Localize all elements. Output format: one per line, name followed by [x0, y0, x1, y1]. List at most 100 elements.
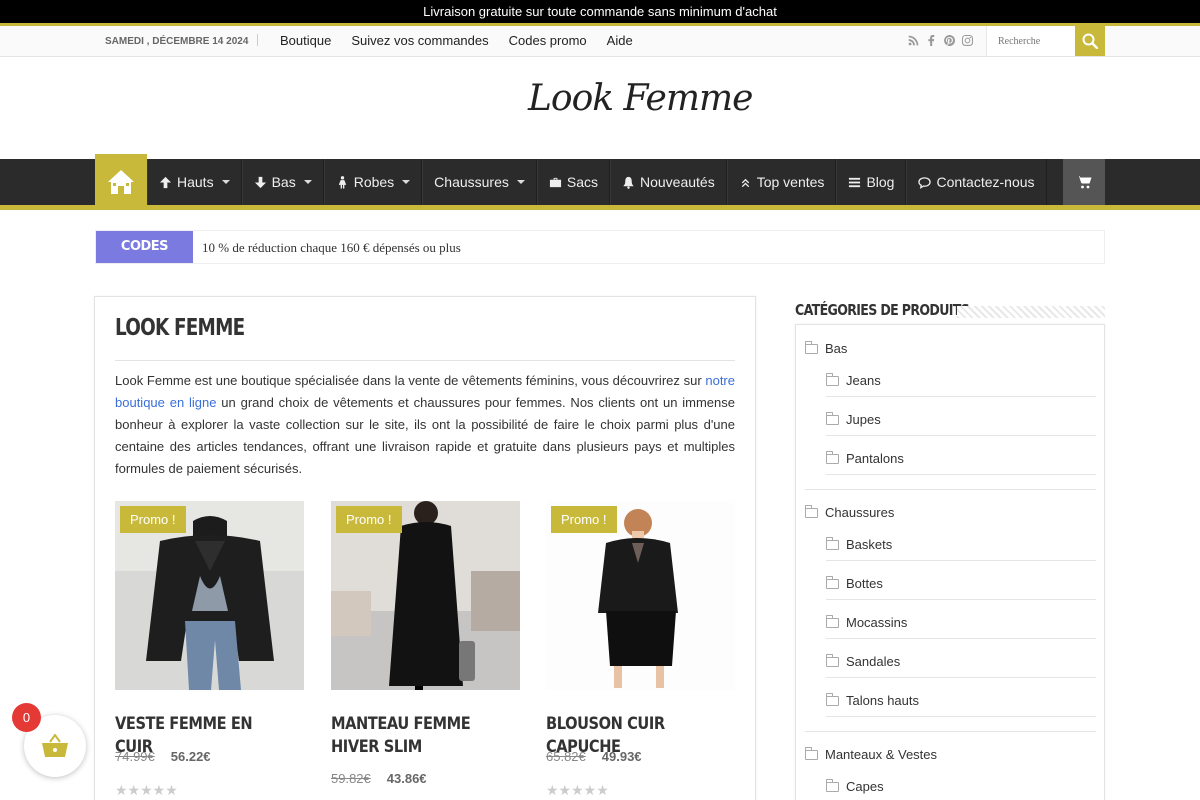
category-label: Bas — [825, 341, 848, 356]
subcategory-label: Sandales — [846, 654, 901, 669]
female-icon — [338, 175, 346, 189]
folder-icon — [826, 575, 839, 589]
subcategory-pantalons[interactable]: Pantalons — [826, 450, 1096, 466]
old-price: 59.82€ — [331, 771, 371, 786]
divider — [805, 489, 1096, 490]
top-bar: SAMEDI , DÉCEMBRE 14 2024 Boutique Suive… — [0, 26, 1200, 57]
divider — [826, 599, 1096, 600]
subcategory-sandales[interactable]: Sandales — [826, 653, 1096, 669]
main-content: LOOK FEMME Look Femme est une boutique s… — [94, 296, 756, 800]
folder-icon — [826, 778, 839, 792]
bell-icon — [623, 176, 634, 189]
promo-badge: Promo ! — [336, 506, 402, 533]
nav-item-label: Robes — [353, 174, 395, 190]
sale-price: 49.93€ — [601, 749, 642, 764]
promo-badge: Promo ! — [551, 506, 617, 533]
subcategory-mocassins[interactable]: Mocassins — [826, 614, 1096, 630]
widget-title: CATÉGORIES DE PRODUITS — [795, 301, 970, 319]
subcategory-label: Bottes — [846, 576, 883, 591]
category-bas[interactable]: Bas — [805, 340, 848, 356]
divider — [826, 435, 1096, 436]
nav-item-robes[interactable]: Robes — [323, 159, 423, 205]
subcategory-baskets[interactable]: Baskets — [826, 536, 1096, 552]
subcategory-label: Jupes — [846, 412, 881, 427]
top-links: Boutique Suivez vos commandes Codes prom… — [280, 33, 633, 48]
briefcase-icon — [549, 177, 561, 187]
category-manteaux-vestes[interactable]: Manteaux & Vestes — [805, 746, 937, 762]
nav-item-label: Top ventes — [756, 174, 825, 190]
product-image[interactable]: Promo ! — [546, 501, 735, 690]
top-link-codes-promo[interactable]: Codes promo — [509, 33, 587, 48]
top-link-boutique[interactable]: Boutique — [280, 33, 331, 48]
divider — [826, 474, 1096, 475]
home-icon — [108, 170, 134, 194]
nav-item-label: Blog — [866, 174, 895, 190]
arrow-down-icon — [254, 176, 266, 188]
search-input[interactable] — [987, 26, 1076, 56]
subcategory-label: Mocassins — [846, 615, 908, 630]
basket-icon — [42, 734, 68, 757]
folder-icon — [805, 340, 818, 354]
nav-item-label: Bas — [271, 174, 296, 190]
instagram-icon[interactable] — [962, 35, 973, 46]
search-button[interactable] — [1075, 26, 1105, 56]
cart-count-badge: 0 — [12, 703, 41, 732]
divider — [805, 731, 1096, 732]
nav-cart-button[interactable] — [1063, 159, 1105, 205]
sale-price: 56.22€ — [170, 749, 211, 764]
facebook-icon[interactable] — [926, 35, 937, 46]
nav-item-label: Nouveautés — [640, 174, 715, 190]
chevron-down-icon — [221, 180, 230, 184]
divider — [826, 716, 1096, 717]
folder-icon — [826, 692, 839, 706]
arrow-up-icon — [159, 176, 172, 188]
divider — [826, 638, 1096, 639]
subcategory-talons-hauts[interactable]: Talons hauts — [826, 692, 1096, 708]
search-icon — [1082, 33, 1098, 49]
subcategory-jeans[interactable]: Jeans — [826, 372, 1096, 388]
category-label: Chaussures — [825, 505, 895, 520]
product-price: 74.99€ 56.22€ — [115, 749, 211, 764]
nav-item-nouveautes[interactable]: Nouveautés — [610, 159, 727, 205]
folder-icon — [805, 746, 818, 760]
product-card[interactable]: Promo ! VESTE FEMME EN CUIR 74.99€ 56.22€… — [115, 501, 304, 798]
product-price: 59.82€ 43.86€ — [331, 771, 427, 786]
product-card[interactable]: Promo ! MANTEAU FEMME HIVER SLIM 59.82€ 4… — [331, 501, 520, 786]
nav-item-top-ventes[interactable]: Top ventes — [726, 159, 837, 205]
chevron-down-icon — [303, 180, 312, 184]
category-chaussures[interactable]: Chaussures — [805, 504, 895, 520]
rss-icon[interactable] — [908, 35, 919, 46]
nav-item-blog[interactable]: Blog — [836, 159, 907, 205]
subcategory-capes[interactable]: Capes — [826, 778, 1096, 794]
nav-menu: Hauts Bas Robes Chaussures Sacs Nouveaut… — [147, 159, 1047, 205]
product-image[interactable]: Promo ! — [331, 501, 520, 690]
product-card[interactable]: Promo ! BLOUSON CUIR CAPUCHE 65.82€ 49.93… — [546, 501, 735, 798]
subcategory-jupes[interactable]: Jupes — [826, 411, 1096, 427]
subcategory-bottes[interactable]: Bottes — [826, 575, 1096, 591]
nav-item-label: Chaussures — [434, 174, 509, 190]
old-price: 74.99€ — [115, 749, 155, 764]
product-title[interactable]: MANTEAU FEMME HIVER SLIM — [331, 713, 494, 759]
subcategory-label: Capes — [846, 779, 884, 794]
old-price: 65.82€ — [546, 749, 586, 764]
nav-item-bas[interactable]: Bas — [241, 159, 324, 205]
ticker-text[interactable]: 10 % de réduction chaque 160 € dépensés … — [202, 240, 461, 256]
divider — [826, 396, 1096, 397]
nav-item-chaussures[interactable]: Chaussures — [422, 159, 537, 205]
top-link-aide[interactable]: Aide — [607, 33, 633, 48]
product-image[interactable]: Promo ! — [115, 501, 304, 690]
top-link-suivez-commandes[interactable]: Suivez vos commandes — [351, 33, 488, 48]
chevron-down-icon — [402, 180, 411, 184]
folder-icon — [826, 614, 839, 628]
nav-item-hauts[interactable]: Hauts — [147, 159, 242, 205]
title-stripes — [957, 306, 1105, 318]
pinterest-icon[interactable] — [944, 35, 955, 46]
nav-home-button[interactable] — [95, 154, 147, 210]
promo-badge: Promo ! — [120, 506, 186, 533]
page-title: LOOK FEMME — [115, 315, 245, 341]
folder-icon — [805, 504, 818, 518]
site-logo[interactable]: Look Femme — [528, 78, 753, 119]
folder-icon — [826, 450, 839, 464]
nav-item-contactez-nous[interactable]: Contactez-nous — [906, 159, 1047, 205]
nav-item-sacs[interactable]: Sacs — [536, 159, 610, 205]
